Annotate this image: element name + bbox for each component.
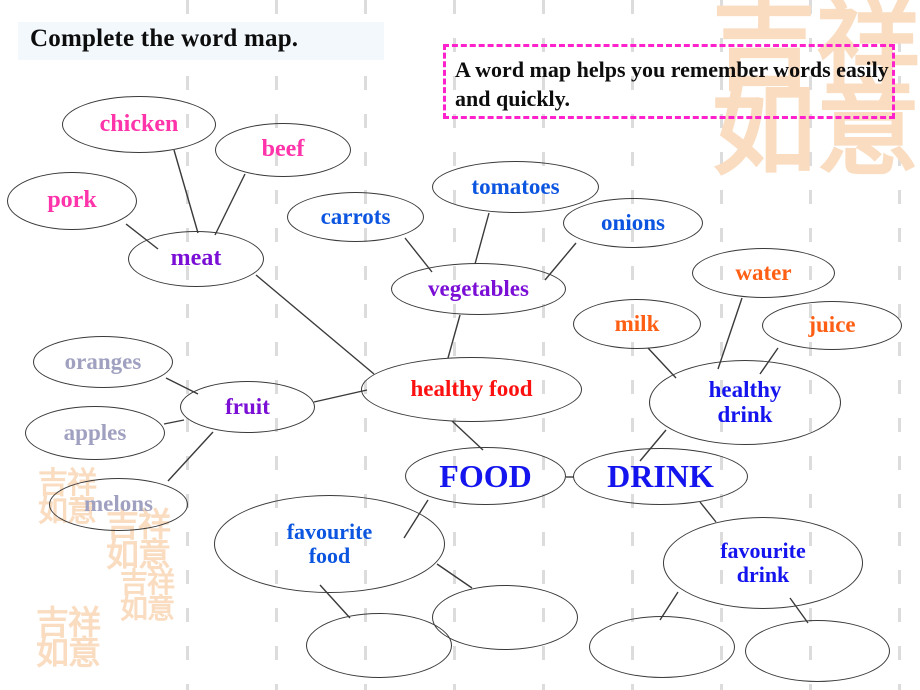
node-label-meat: meat [170,245,222,272]
word-map-slide: 吉祥 如意 吉祥 如意 吉祥 如意 吉祥 如意 吉祥 如意 Complete the w… [0,0,920,690]
connector-favourite-food-to-blank-food-2 [436,563,473,589]
connector-melons-to-fruit [167,431,214,482]
node-onions[interactable]: onions [563,198,703,248]
connector-water-to-healthy-drink [717,297,743,370]
node-label-oranges: oranges [64,348,142,374]
node-label-healthy-food: healthy food [410,376,533,402]
node-label-water: water [735,259,792,285]
connector-chicken-to-meat [173,149,199,234]
node-meat[interactable]: meat [128,231,264,287]
node-beef[interactable]: beef [215,123,351,177]
seal-watermark-3: 吉祥 如意 [120,566,175,625]
node-label-juice: juice [808,312,856,338]
connector-beef-to-meat [214,173,246,236]
node-label-favourite-drink: favourite drink [720,538,806,587]
node-carrots[interactable]: carrots [287,192,424,242]
node-fruit[interactable]: fruit [180,381,315,433]
node-vegetables[interactable]: vegetables [391,263,566,315]
node-milk[interactable]: milk [573,299,701,349]
node-juice[interactable]: juice [762,301,902,350]
connector-fruit-to-healthy-food [313,389,368,403]
node-food[interactable]: FOOD [405,447,566,505]
connector-tomatoes-to-vegetables [474,212,490,265]
node-label-chicken: chicken [99,110,179,137]
node-label-milk: milk [614,310,660,336]
node-label-fruit: fruit [225,393,270,419]
node-healthy-food[interactable]: healthy food [361,357,582,422]
node-oranges[interactable]: oranges [33,336,173,388]
node-label-food: FOOD [439,457,532,494]
node-label-apples: apples [63,419,127,445]
node-label-pork: pork [47,187,97,214]
connector-apples-to-fruit [163,419,185,425]
seal-watermark-2: 吉祥 如意 [36,603,101,673]
node-label-carrots: carrots [320,203,391,229]
tip-text: A word map helps you remember words easi… [455,57,889,112]
node-label-vegetables: vegetables [428,275,529,301]
node-water[interactable]: water [692,248,835,298]
connector-drink-to-favourite-drink [699,501,717,523]
page-title: Complete the word map. [30,25,299,52]
node-label-beef: beef [261,136,305,163]
node-apples[interactable]: apples [25,406,165,460]
node-pork[interactable]: pork [7,172,137,230]
node-label-favourite-food: favourite food [286,519,373,568]
node-blank-food-2[interactable] [432,585,578,650]
node-tomatoes[interactable]: tomatoes [432,161,599,213]
node-favourite-food[interactable]: favourite food [214,495,445,593]
node-healthy-drink[interactable]: healthy drink [649,360,841,445]
node-chicken[interactable]: chicken [62,96,216,153]
node-blank-food-1[interactable] [306,613,452,678]
node-blank-drink-2[interactable] [745,620,890,682]
node-drink[interactable]: DRINK [573,448,748,505]
node-label-melons: melons [84,491,153,517]
node-label-healthy-drink: healthy drink [708,376,782,427]
node-label-tomatoes: tomatoes [471,173,560,199]
background-dash-column-8 [898,0,901,690]
connector-meat-to-healthy-food [255,274,375,375]
connector-vegetables-to-healthy-food [447,314,461,359]
node-favourite-drink[interactable]: favourite drink [663,517,863,609]
node-label-drink: DRINK [607,458,714,495]
node-melons[interactable]: melons [49,478,188,531]
node-label-onions: onions [601,209,665,235]
connector-healthy-food-to-food [451,420,484,451]
node-blank-drink-1[interactable] [589,616,735,678]
